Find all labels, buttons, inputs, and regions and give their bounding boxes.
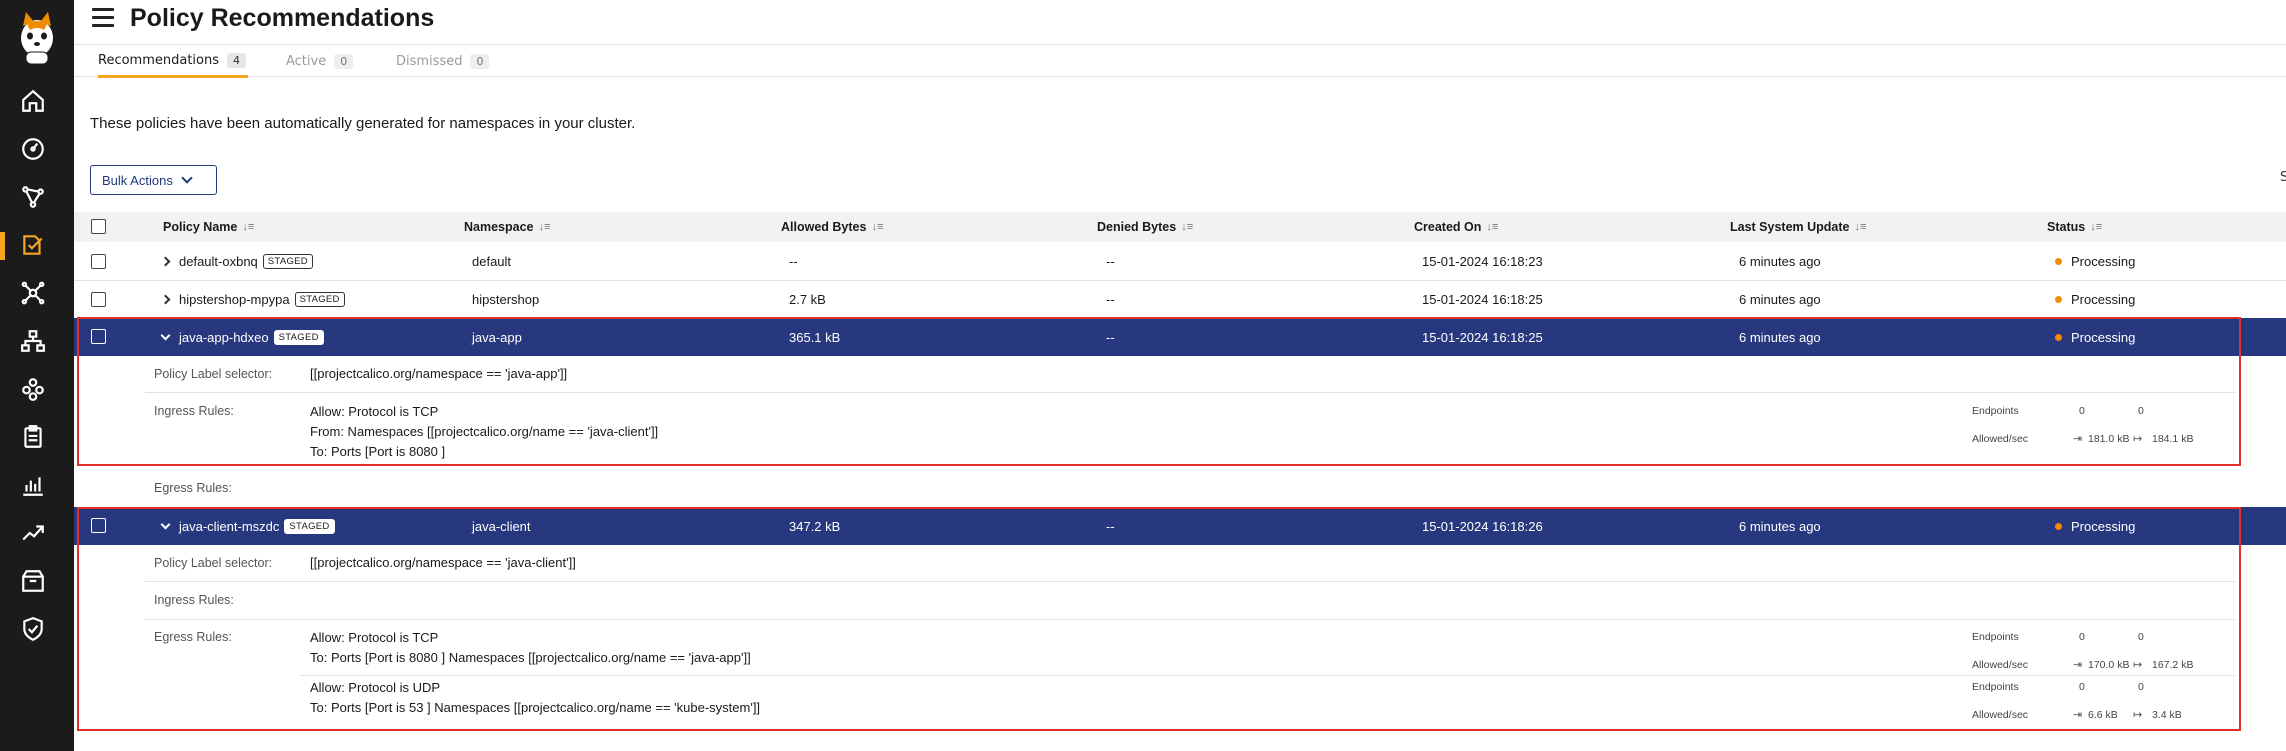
column-label: Last System Update [1730, 220, 1850, 234]
sidebar [0, 0, 74, 751]
policy-name-cell: hipstershop-mpypa STAGED [179, 281, 345, 318]
header: Policy Recommendations [74, 0, 2286, 40]
column-namespace[interactable]: Namespace ↓≡ [464, 212, 550, 242]
calico-cat-logo[interactable] [14, 8, 60, 66]
staged-badge: STAGED [294, 292, 345, 307]
tab-count-badge: 0 [334, 54, 354, 69]
table-row[interactable]: hipstershop-mpypa STAGED hipstershop 2.7 … [74, 281, 2286, 319]
status-text: Processing [2071, 254, 2136, 269]
reports-bar-chart-icon[interactable] [18, 470, 48, 500]
status-dot-icon [2055, 296, 2062, 303]
column-last-update[interactable]: Last System Update ↓≡ [1730, 212, 1866, 242]
policy-name: default-oxbnq [179, 254, 258, 269]
expand-chevron-right-icon[interactable] [160, 243, 171, 280]
column-policy-name[interactable]: Policy Name ↓≡ [163, 212, 254, 242]
column-label: Policy Name [163, 220, 238, 234]
sort-icon[interactable]: ↓≡ [1486, 221, 1498, 233]
sort-icon[interactable]: ↓≡ [871, 221, 883, 233]
column-label: Status [2047, 220, 2086, 234]
chevron-down-icon [181, 172, 193, 184]
page-title: Policy Recommendations [130, 4, 435, 32]
namespace-cell: hipstershop [472, 292, 540, 307]
denied-bytes-cell: -- [1106, 254, 1115, 269]
tab-count-badge: 4 [227, 52, 247, 68]
column-status[interactable]: Status ↓≡ [2047, 212, 2102, 242]
column-label: Allowed Bytes [781, 220, 867, 234]
bulk-actions-label: Bulk Actions [102, 172, 173, 188]
last-update-cell: 6 minutes ago [1739, 254, 1821, 269]
row-checkbox[interactable] [91, 292, 106, 307]
clusters-icon[interactable] [18, 374, 48, 404]
column-label: Created On [1414, 220, 1482, 234]
compliance-clipboard-icon[interactable] [18, 422, 48, 452]
dashboard-gauge-icon[interactable] [18, 134, 48, 164]
select-all-checkbox[interactable] [91, 219, 106, 234]
row-checkbox[interactable] [91, 254, 106, 269]
column-allowed-bytes[interactable]: Allowed Bytes ↓≡ [781, 212, 883, 242]
status-text: Processing [2071, 292, 2136, 307]
tab-label: Active [286, 54, 327, 69]
last-update-cell: 6 minutes ago [1739, 292, 1821, 307]
security-shield-icon[interactable] [18, 614, 48, 644]
tab-label: Recommendations [98, 52, 220, 68]
cut-off-text: S [2280, 170, 2286, 185]
tab-dismissed[interactable]: Dismissed 0 [396, 45, 490, 78]
nav-active-indicator [0, 232, 5, 260]
sort-icon[interactable]: ↓≡ [1854, 221, 1866, 233]
tab-bar: Recommendations 4 Active 0 Dismissed 0 [74, 44, 2286, 78]
hamburger-menu-icon[interactable] [92, 8, 114, 28]
policies-icon[interactable] [18, 230, 48, 260]
allowed-bytes-cell: 2.7 kB [789, 292, 826, 307]
column-denied-bytes[interactable]: Denied Bytes ↓≡ [1097, 212, 1193, 242]
endpoints-icon[interactable] [18, 278, 48, 308]
home-icon[interactable] [18, 86, 48, 116]
created-on-cell: 15-01-2024 16:18:23 [1422, 254, 1543, 269]
created-on-cell: 15-01-2024 16:18:25 [1422, 292, 1543, 307]
allowed-bytes-cell: -- [789, 254, 798, 269]
sort-icon[interactable]: ↓≡ [1181, 221, 1193, 233]
policy-name-cell: default-oxbnq STAGED [179, 243, 313, 280]
tab-recommendations[interactable]: Recommendations 4 [98, 45, 248, 78]
sort-icon[interactable]: ↓≡ [242, 221, 254, 233]
namespace-cell: default [472, 254, 512, 269]
table-header: Policy Name ↓≡ Namespace ↓≡ Allowed Bytes ↓… [74, 212, 2286, 242]
sort-icon[interactable]: ↓≡ [539, 221, 551, 233]
denied-bytes-cell: -- [1106, 292, 1115, 307]
image-assurance-box-icon[interactable] [18, 566, 48, 596]
status-cell: Processing [2055, 243, 2135, 280]
sort-icon[interactable]: ↓≡ [2090, 221, 2102, 233]
network-topology-icon[interactable] [18, 326, 48, 356]
tab-active[interactable]: Active 0 [286, 45, 354, 78]
highlight-box-java-app [77, 317, 2241, 466]
highlight-box-java-client [77, 507, 2241, 731]
status-dot-icon [2055, 258, 2062, 265]
staged-badge: STAGED [262, 254, 313, 269]
column-label: Denied Bytes [1097, 220, 1177, 234]
column-label: Namespace [464, 220, 534, 234]
intro-text: These policies have been automatically g… [90, 115, 636, 132]
table-row[interactable]: default-oxbnq STAGED default -- -- 15-01-… [74, 243, 2286, 281]
service-graph-icon[interactable] [18, 182, 48, 212]
tab-count-badge: 0 [470, 54, 490, 69]
egress-rules-label: Egress Rules: [154, 481, 232, 495]
policy-name: hipstershop-mpypa [179, 292, 290, 307]
expand-chevron-right-icon[interactable] [160, 281, 171, 318]
tab-label: Dismissed [396, 54, 463, 69]
column-created-on[interactable]: Created On ↓≡ [1414, 212, 1498, 242]
status-cell: Processing [2055, 281, 2135, 318]
bulk-actions-dropdown[interactable]: Bulk Actions [90, 165, 217, 195]
trend-icon[interactable] [18, 518, 48, 548]
